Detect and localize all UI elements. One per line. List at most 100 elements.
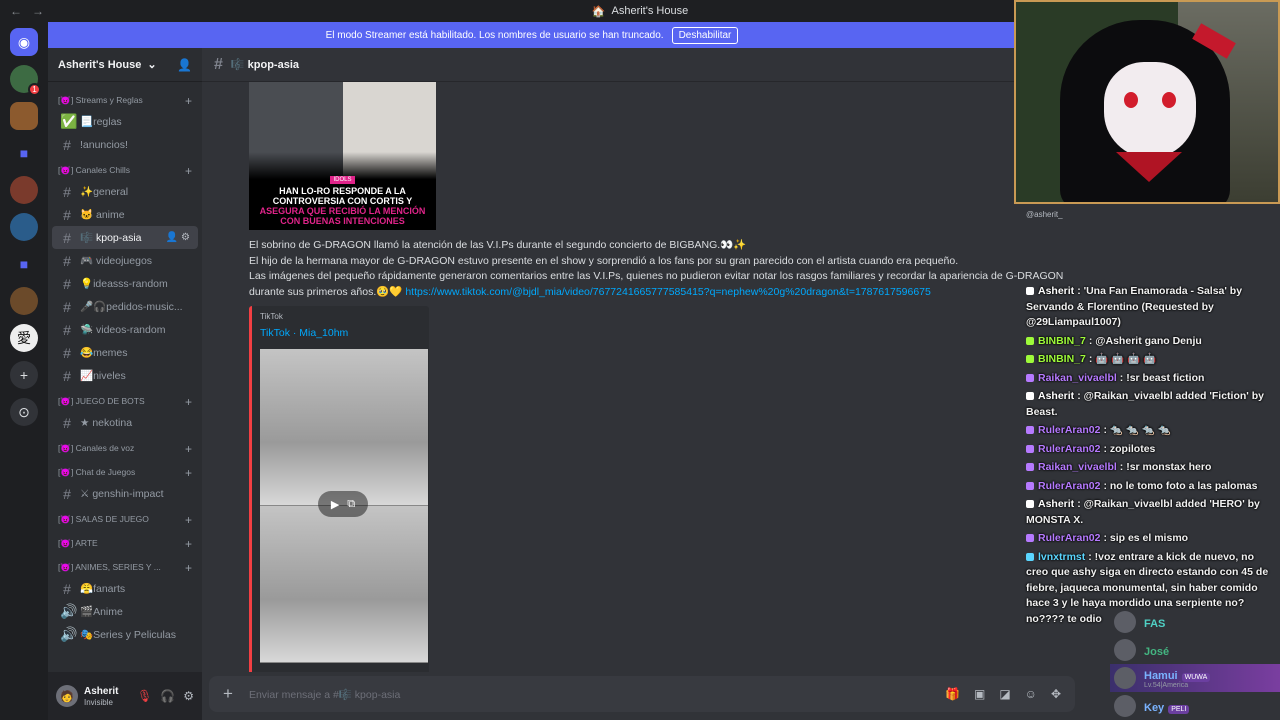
folder-icon[interactable]: ■	[10, 139, 38, 167]
server-icon[interactable]	[10, 287, 38, 315]
category-header[interactable]: [😈] Canales Chills +	[48, 161, 202, 180]
channel-item[interactable]: 🔊 🎬Anime	[52, 600, 198, 623]
add-channel-icon[interactable]: +	[185, 442, 192, 456]
user-status: Invisible	[84, 697, 113, 707]
video-thumbnail[interactable]: ▶ ⧉	[260, 349, 428, 663]
channel-item[interactable]: # 💡ideasss-random	[52, 272, 198, 295]
server-icon[interactable]	[10, 213, 38, 241]
add-channel-icon[interactable]: +	[185, 466, 192, 480]
channel-item[interactable]: # 🛸 videos-random	[52, 318, 198, 341]
play-button[interactable]: ▶ ⧉	[318, 491, 368, 517]
disable-streamer-button[interactable]: Deshabilitar	[671, 26, 739, 44]
category-header[interactable]: [😈] Chat de Juegos +	[48, 463, 202, 482]
category-header[interactable]: [😈] Streams y Reglas +	[48, 91, 202, 110]
headphones-icon[interactable]: 🎧	[160, 689, 175, 703]
chat-username: RulerAran02	[1038, 424, 1101, 436]
house-icon: 🏠	[591, 5, 606, 18]
channel-item[interactable]: # ★ nekotina	[52, 411, 198, 434]
tiktok-link[interactable]: https://www.tiktok.com/@bjdl_mia/video/7…	[405, 286, 931, 298]
channel-label: ⚔ genshin-impact	[80, 487, 164, 500]
channel-label: 🐱 anime	[80, 209, 125, 221]
streamer-mode-banner: El modo Streamer está habilitado. Los no…	[48, 22, 1016, 48]
server-header[interactable]: Asherit's House ⌄ 👤	[48, 48, 202, 82]
member-tag: PELI	[1168, 704, 1190, 714]
channel-item[interactable]: # ⚔ genshin-impact	[52, 482, 198, 505]
channel-item[interactable]: # 🎤🎧pedidos-music...	[52, 295, 198, 318]
mic-muted-icon[interactable]: 🎙	[137, 689, 152, 703]
server-icon-asherits-house[interactable]	[10, 102, 38, 130]
member-item[interactable]: José	[1110, 636, 1280, 664]
hash-icon: #	[63, 580, 71, 597]
invite-icon[interactable]: 👤	[177, 58, 192, 72]
server-icon[interactable]: 1	[10, 65, 41, 96]
member-item[interactable]: FAS	[1110, 608, 1280, 636]
message-line: El hijo de la hermana mayor de G-DRAGON …	[249, 254, 959, 267]
member-name: Hamui	[1144, 670, 1178, 682]
channel-item[interactable]: ✅ 📃reglas	[52, 110, 198, 133]
channel-item[interactable]: # !anuncios!	[52, 133, 198, 156]
add-server-icon[interactable]: +	[10, 361, 38, 389]
channel-item[interactable]: # ✨general	[52, 180, 198, 203]
avatar	[1114, 639, 1136, 661]
channel-item[interactable]: # 📈niveles	[52, 364, 198, 387]
discover-icon[interactable]: ⊙	[10, 398, 38, 426]
embed-title[interactable]: TikTok · Mia_10hm	[260, 327, 421, 339]
channel-label: 📃reglas	[80, 116, 122, 128]
hash-icon: #	[63, 367, 71, 384]
back-arrow-icon[interactable]: ←	[10, 4, 22, 18]
chat-username: Asherit	[1038, 498, 1075, 510]
sticker-icon[interactable]: ◪	[999, 687, 1010, 701]
message-input[interactable]: Enviar mensaje a #🎼 kpop-asia	[249, 688, 400, 701]
server-icon[interactable]: 愛	[10, 324, 38, 352]
chat-username: Raikan_vivaelbl	[1038, 461, 1117, 473]
chat-username: Asherit	[1038, 285, 1075, 297]
server-list: ◉ 1 ■ ■ 愛 + ⊙	[0, 22, 48, 720]
channel-label: 🎮 videojuegos	[80, 255, 153, 267]
channel-item[interactable]: # 🎼 kpop-asia 👤 ⚙	[52, 226, 198, 249]
forward-arrow-icon[interactable]: →	[32, 4, 44, 18]
emoji-icon[interactable]: ☺	[1025, 687, 1037, 701]
category-header[interactable]: [😈] JUEGO DE BOTS +	[48, 392, 202, 411]
channel-item[interactable]: 🔊 🎭Series y Peliculas	[52, 623, 198, 646]
chat-text: : 🐀 🐀 🐀 🐀	[1103, 424, 1171, 436]
gif-icon[interactable]: ▣	[974, 687, 985, 701]
channel-sidebar: Asherit's House ⌄ 👤 [😈] Streams y Reglas +…	[48, 48, 202, 720]
add-channel-icon[interactable]: +	[185, 395, 192, 409]
member-item[interactable]: Key PELI	[1110, 692, 1280, 720]
member-item[interactable]: Hamui WUWA Lv.54|America	[1110, 664, 1280, 692]
badge-icon	[1026, 426, 1034, 435]
channel-settings-icon[interactable]: 👤 ⚙	[166, 232, 190, 243]
chat-username: BINBIN_7	[1038, 334, 1086, 347]
avatar[interactable]: 🧑	[56, 685, 78, 707]
news-image[interactable]: IDOLS HAN LO-RO RESPONDE A LA CONTROVERS…	[249, 82, 436, 230]
add-channel-icon[interactable]: +	[185, 94, 192, 108]
channel-list: [😈] Streams y Reglas + ✅ 📃reglas # !anuncios!…	[48, 82, 202, 646]
discord-home-icon[interactable]: ◉	[10, 28, 38, 56]
message-list: IDOLS HAN LO-RO RESPONDE A LA CONTROVERS…	[249, 82, 1075, 672]
channel-item[interactable]: # 🎮 videojuegos	[52, 249, 198, 272]
add-channel-icon[interactable]: +	[185, 537, 192, 551]
add-channel-icon[interactable]: +	[185, 513, 192, 527]
category-header[interactable]: [😈] ARTE +	[48, 534, 202, 553]
badge-icon	[1026, 534, 1034, 543]
gear-icon[interactable]: ⚙	[183, 689, 194, 703]
add-channel-icon[interactable]: +	[185, 164, 192, 178]
channel-label: 📈niveles	[80, 370, 126, 382]
badge-icon	[1026, 287, 1034, 296]
badge-icon	[1026, 500, 1034, 509]
channel-item[interactable]: # 😂memes	[52, 341, 198, 364]
add-attachment-icon[interactable]: +	[223, 684, 233, 704]
channel-item[interactable]: # 😤fanarts	[52, 577, 198, 600]
category-header[interactable]: [😈] ANIMES, SERIES Y ... +	[48, 558, 202, 577]
chat-username: RulerAran02	[1038, 532, 1101, 544]
channel-item[interactable]: # 🐱 anime	[52, 203, 198, 226]
category-header[interactable]: [😈] SALAS DE JUEGO +	[48, 510, 202, 529]
add-channel-icon[interactable]: +	[185, 561, 192, 575]
category-header[interactable]: [😈] Canales de voz +	[48, 439, 202, 458]
chat-line: RulerAran02: zopilotes	[1026, 442, 1272, 458]
folder-icon[interactable]: ■	[10, 250, 38, 278]
server-icon[interactable]	[10, 176, 38, 204]
gift-icon[interactable]: 🎁	[945, 687, 960, 701]
user-panel: 🧑 Asherit Invisible 🎙 🎧 ⚙	[48, 672, 202, 720]
apps-icon[interactable]: ✥	[1051, 687, 1061, 701]
